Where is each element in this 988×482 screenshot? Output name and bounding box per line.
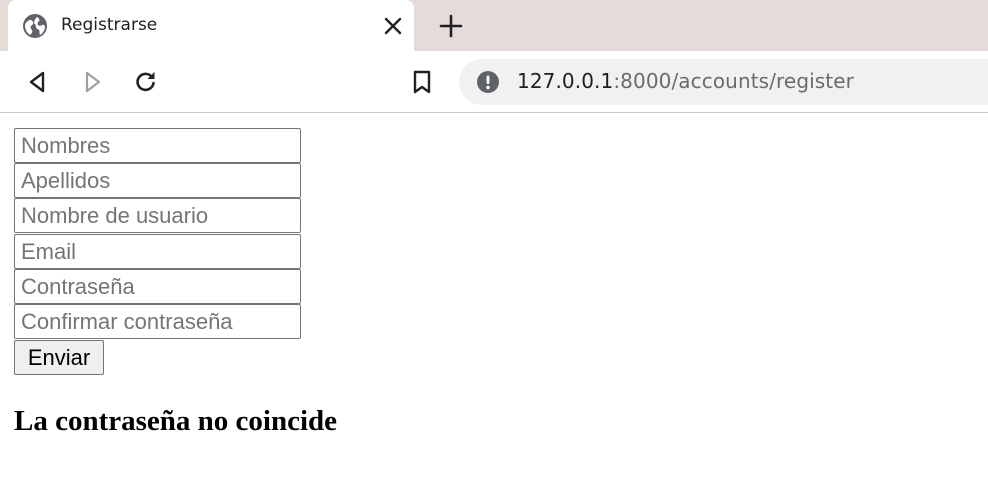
tab-strip: Registrarse: [0, 0, 988, 51]
password-input[interactable]: [14, 269, 301, 304]
submit-button[interactable]: Enviar: [14, 340, 104, 375]
password-confirm-input[interactable]: [14, 304, 301, 339]
globe-icon: [22, 13, 48, 39]
first-name-input[interactable]: [14, 128, 301, 163]
close-icon[interactable]: [380, 13, 406, 39]
reload-icon[interactable]: [131, 67, 161, 97]
plus-icon[interactable]: [436, 11, 466, 41]
url-text: 127.0.0.1:8000/accounts/register: [517, 69, 854, 93]
username-input[interactable]: [14, 198, 301, 233]
page-content: Enviar La contraseña no coincide: [0, 113, 988, 482]
last-name-input[interactable]: [14, 163, 301, 198]
url-path: :8000/accounts/register: [613, 69, 854, 93]
browser-toolbar: 127.0.0.1:8000/accounts/register: [0, 51, 988, 113]
bookmark-icon[interactable]: [407, 67, 437, 97]
back-icon[interactable]: [23, 67, 53, 97]
forward-icon[interactable]: [77, 67, 107, 97]
error-message: La contraseña no coincide: [14, 405, 338, 437]
tab-registrarse[interactable]: Registrarse: [8, 0, 414, 51]
address-bar[interactable]: 127.0.0.1:8000/accounts/register: [459, 59, 988, 105]
email-input[interactable]: [14, 234, 301, 269]
url-host: 127.0.0.1: [517, 69, 614, 93]
tab-title: Registrarse: [61, 15, 158, 35]
info-icon[interactable]: [476, 70, 500, 94]
